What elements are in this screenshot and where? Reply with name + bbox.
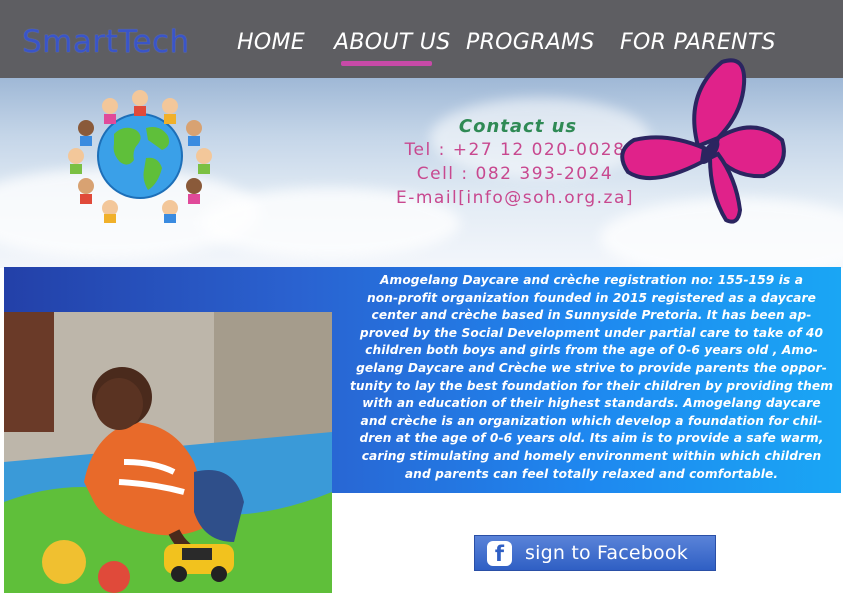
nav-about-us[interactable]: ABOUT US: [334, 30, 450, 55]
nav-home[interactable]: HOME: [237, 30, 305, 55]
facebook-signin-button[interactable]: f sign to Facebook: [474, 535, 716, 571]
about-line: dren at the age of 0-6 years old. Its ai…: [359, 431, 824, 446]
facebook-button-label: sign to Facebook: [525, 542, 688, 564]
butterfly-illustration: [614, 54, 790, 229]
about-text: Amogelang Daycare and crèche registratio…: [346, 272, 837, 483]
about-line: gelang Daycare and Crèche we strive to p…: [356, 360, 827, 375]
about-line: proved by the Social Development under p…: [359, 325, 824, 340]
about-line: and crèche is an organization which deve…: [360, 413, 823, 428]
about-line: tunity to lay the best foundation for th…: [349, 378, 834, 393]
about-line: non-profit organization founded in 2015 …: [367, 290, 816, 305]
about-line: and parents can feel totally relaxed and…: [404, 466, 779, 481]
about-line: Amogelang Daycare and crèche registratio…: [379, 273, 804, 287]
nav-for-parents[interactable]: FOR PARENTS: [620, 30, 776, 55]
child-photo: [4, 312, 332, 593]
active-nav-indicator: [341, 61, 432, 66]
nav-programs[interactable]: PROGRAMS: [466, 30, 595, 55]
about-line: with an education of their highest stand…: [362, 396, 821, 411]
about-line: center and crèche based in Sunnyside Pre…: [371, 308, 812, 323]
about-line: caring stimulating and homely environmen…: [361, 448, 822, 463]
site-logo[interactable]: SmartTech: [22, 24, 190, 60]
facebook-f-glyph: f: [494, 542, 505, 566]
globe-children-illustration: [62, 84, 218, 224]
about-line: children both boys and girls from the ag…: [365, 343, 818, 358]
